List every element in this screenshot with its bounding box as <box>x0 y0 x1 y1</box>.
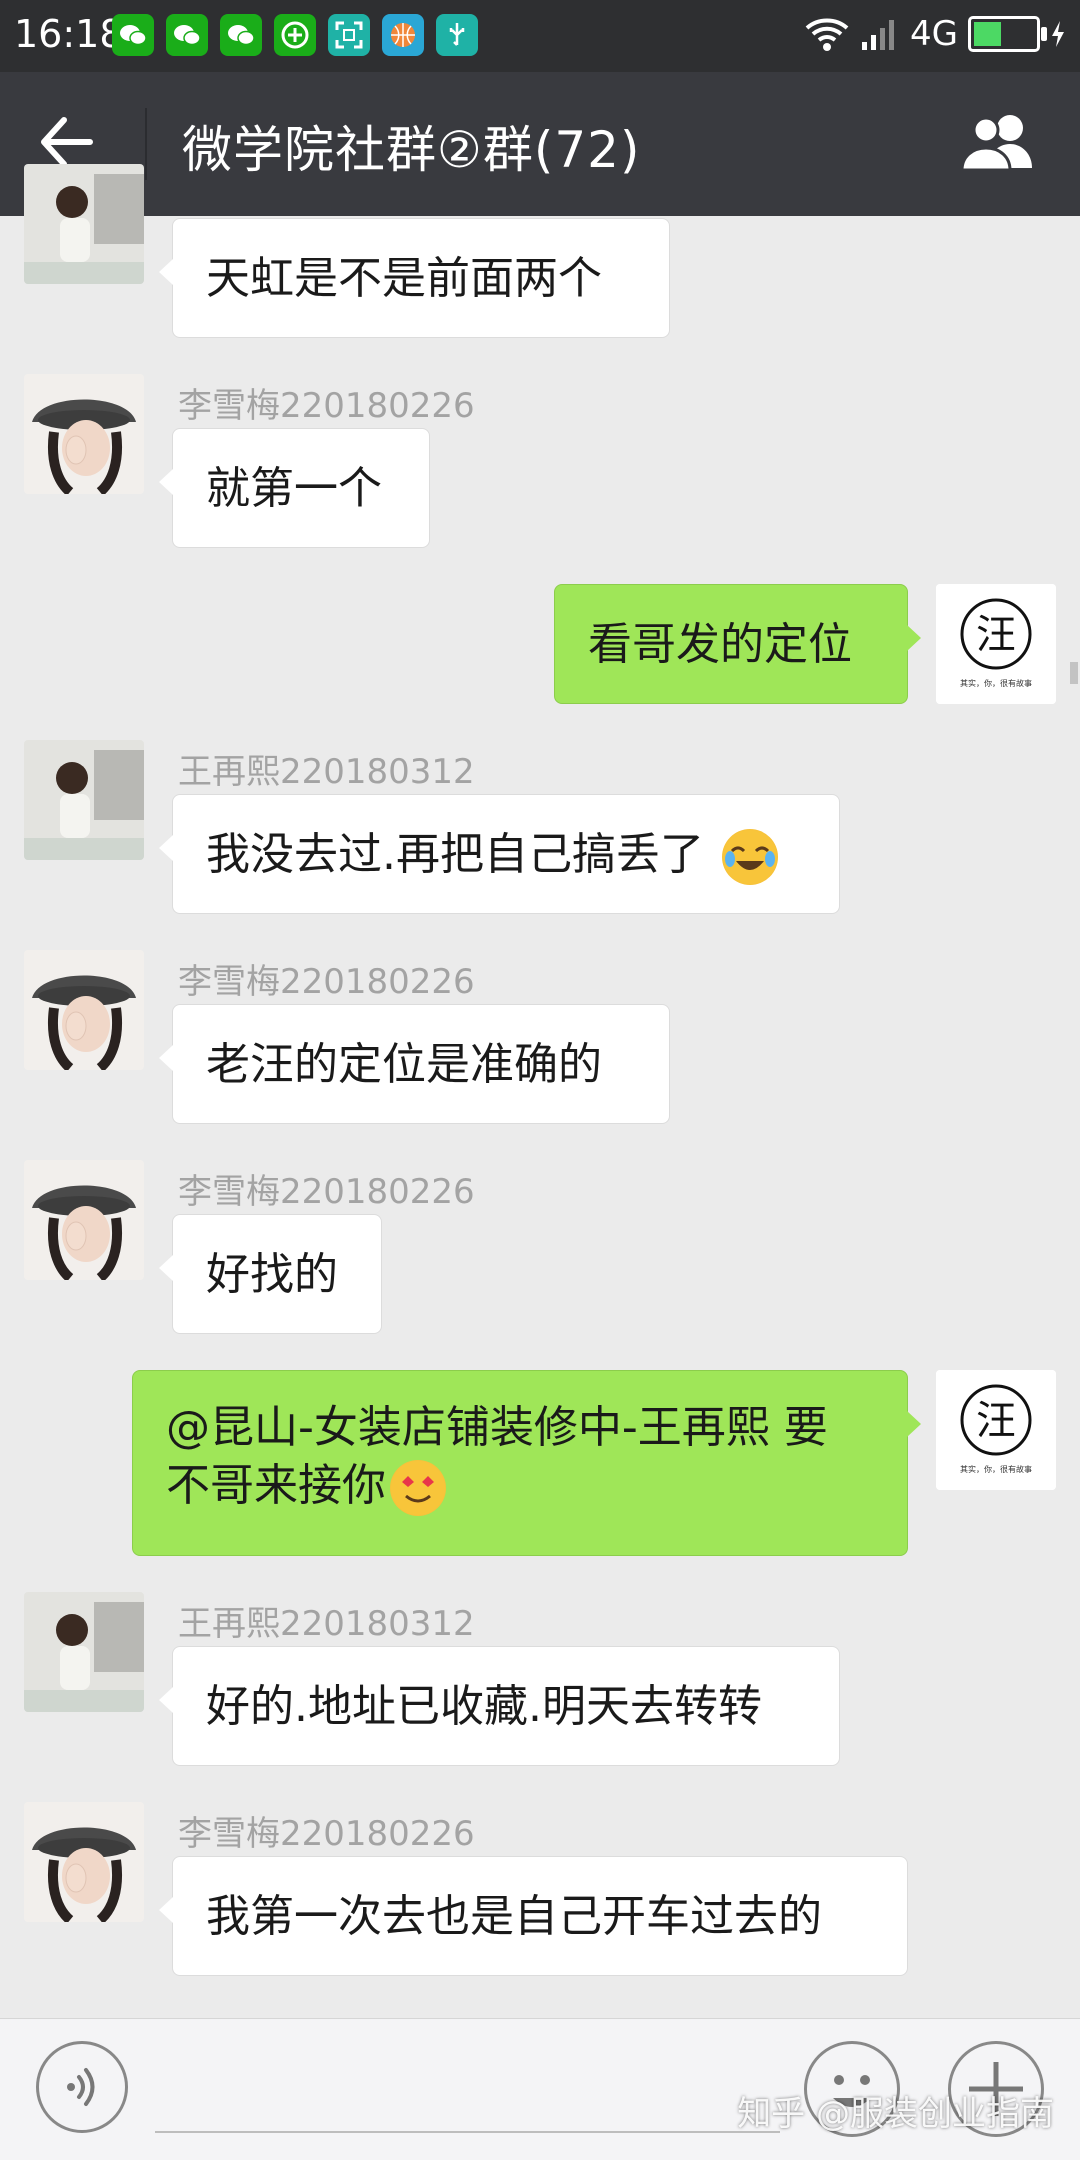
message-text: 我没去过.再把自己搞丢了 <box>206 829 704 880</box>
message-bubble[interactable]: 我没去过.再把自己搞丢了 <box>159 794 840 914</box>
battery-tip <box>1041 27 1047 41</box>
message-bubble-outgoing[interactable]: @昆山-女装店铺装修中-王再熙 要 不哥来接你 <box>132 1370 921 1556</box>
sender-name: 王再熙220180312 <box>178 1604 475 1644</box>
usb-icon <box>436 14 478 56</box>
title-divider <box>145 108 147 180</box>
message-input[interactable] <box>155 2131 780 2133</box>
watermark: 知乎 @服装创业指南 <box>737 2094 1054 2134</box>
avatar-wang-logo[interactable]: 汪其实，你，很有故事 <box>936 584 1056 704</box>
scroll-indicator[interactable] <box>1070 662 1078 684</box>
message-bubble[interactable]: 就第一个 <box>159 428 430 548</box>
avatar-woman-hat[interactable] <box>24 1160 144 1280</box>
signal-icon <box>862 20 895 50</box>
message-bubble[interactable]: 老汪的定位是准确的 <box>159 1004 670 1124</box>
logo-tagline: 其实，你，很有故事 <box>960 1464 1032 1474</box>
sender-name: 王再熙220180312 <box>178 752 475 792</box>
message-text-line2: 不哥来接你 <box>166 1460 386 1511</box>
status-time: 16:18 <box>14 12 124 56</box>
message-text: 就第一个 <box>206 463 382 514</box>
heart-eyes-emoji-icon <box>390 1460 446 1516</box>
logo-char: 汪 <box>976 1398 1016 1444</box>
charging-icon <box>1052 21 1064 47</box>
voice-icon <box>67 2068 95 2106</box>
group-members-icon <box>960 115 1032 172</box>
message-bubble-outgoing[interactable]: 看哥发的定位 <box>554 584 921 704</box>
chat-screen: 16:18 4G 微学院社群②群(72) 天虹是不是前面两个 李雪梅220180… <box>0 0 1080 2160</box>
voice-button[interactable] <box>36 2041 128 2133</box>
message-bubble[interactable]: 我第一次去也是自己开车过去的 <box>159 1856 908 1976</box>
message-text: 我第一次去也是自己开车过去的 <box>206 1891 822 1942</box>
crying-laughing-emoji-icon <box>722 829 778 885</box>
sender-name: 李雪梅220180226 <box>178 962 475 1002</box>
battery-fill <box>974 22 1001 46</box>
sender-name: 李雪梅220180226 <box>178 386 475 426</box>
sender-name: 李雪梅220180226 <box>178 1814 475 1854</box>
message-text-line2-wrap: 不哥来接你 <box>166 1457 874 1516</box>
wechat-icon <box>220 14 262 56</box>
network-label: 4G <box>910 14 958 54</box>
plus-app-icon <box>274 14 316 56</box>
message-text: 好的.地址已收藏.明天去转转 <box>206 1681 762 1732</box>
notification-icons <box>112 14 478 56</box>
wifi-icon <box>805 18 849 51</box>
message-text: 看哥发的定位 <box>588 619 852 670</box>
message-bubble[interactable]: 好找的 <box>159 1214 382 1334</box>
chat-title: 微学院社群②群(72) <box>182 121 641 179</box>
status-bar: 16:18 4G <box>0 0 1080 72</box>
scan-icon <box>328 14 370 56</box>
title-bar: 微学院社群②群(72) <box>0 72 1080 216</box>
message-bubble[interactable]: 好的.地址已收藏.明天去转转 <box>159 1646 840 1766</box>
battery-icon <box>968 16 1047 52</box>
logo-char: 汪 <box>976 612 1016 658</box>
message-bubble[interactable]: 天虹是不是前面两个 <box>159 218 670 338</box>
avatar-wang-logo[interactable]: 汪其实，你，很有故事 <box>936 1370 1056 1490</box>
sender-name: 李雪梅220180226 <box>178 1172 475 1212</box>
message-text: 天虹是不是前面两个 <box>206 253 602 304</box>
avatar-woman-hat[interactable] <box>24 374 144 494</box>
status-right: 4G <box>804 14 1066 54</box>
group-members-button[interactable] <box>956 112 1040 176</box>
message-text: 好找的 <box>206 1249 338 1300</box>
logo-tagline: 其实，你，很有故事 <box>960 678 1032 688</box>
avatar-woman-hat[interactable] <box>24 950 144 1070</box>
message-text-line1: @昆山-女装店铺装修中-王再熙 要 <box>166 1402 828 1453</box>
wechat-icon <box>166 14 208 56</box>
basketball-icon <box>382 14 424 56</box>
avatar-woman-hat[interactable] <box>24 1802 144 1922</box>
avatar-woman-sitting[interactable] <box>24 1592 144 1712</box>
avatar-woman-sitting[interactable] <box>24 164 144 284</box>
message-text: 老汪的定位是准确的 <box>206 1039 602 1090</box>
arrow-left-icon <box>41 117 93 167</box>
avatar-woman-sitting[interactable] <box>24 740 144 860</box>
wechat-icon <box>112 14 154 56</box>
